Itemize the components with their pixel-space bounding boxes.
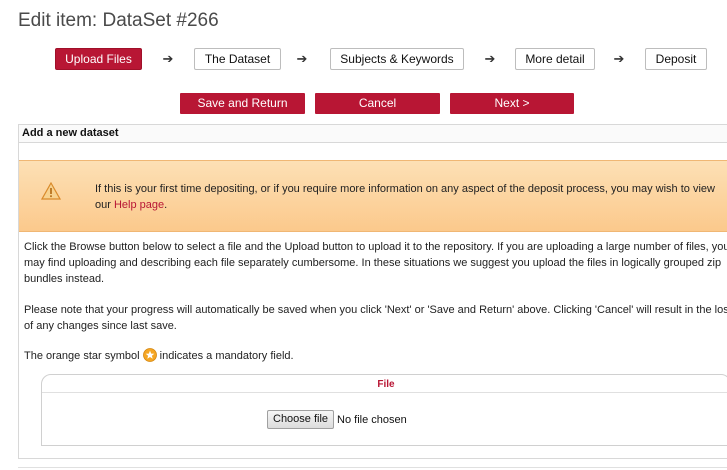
step-arrow-icon: ➔ bbox=[484, 51, 496, 66]
file-input: Choose file No file chosen bbox=[267, 410, 407, 429]
cancel-button[interactable]: Cancel bbox=[315, 93, 440, 114]
panel-header: Add a new dataset bbox=[19, 125, 727, 143]
page-title: Edit item: DataSet #266 bbox=[18, 10, 219, 31]
file-status: No file chosen bbox=[337, 413, 407, 426]
file-field: File Choose file No file chosen bbox=[41, 374, 727, 446]
warning-box: If this is your first time depositing, o… bbox=[19, 160, 727, 232]
upload-instructions: Click the Browse button below to select … bbox=[24, 241, 727, 285]
orange-star-icon bbox=[142, 348, 157, 362]
file-label: File bbox=[377, 379, 395, 390]
mandatory-note: The orange star symbol indicates a manda… bbox=[24, 348, 727, 364]
warning-message: If this is your first time depositing, o… bbox=[95, 181, 727, 213]
step-more-detail[interactable]: More detail bbox=[515, 48, 595, 70]
warning-icon bbox=[41, 182, 61, 200]
step-subjects-keywords[interactable]: Subjects & Keywords bbox=[330, 48, 464, 70]
step-arrow-icon: ➔ bbox=[613, 51, 625, 66]
choose-file-button[interactable]: Choose file bbox=[267, 410, 335, 429]
step-the-dataset[interactable]: The Dataset bbox=[194, 48, 281, 70]
help-page-link[interactable]: Help page bbox=[114, 199, 164, 211]
save-and-return-button[interactable]: Save and Return bbox=[180, 93, 305, 114]
mandatory-note-text: The orange star symbol bbox=[24, 350, 143, 362]
warning-text-end: . bbox=[164, 199, 168, 211]
mandatory-note-text-end: indicates a mandatory field. bbox=[156, 350, 294, 362]
next-button[interactable]: Next > bbox=[450, 93, 574, 114]
workflow-steps: Upload Files ➔ The Dataset ➔ Subjects & … bbox=[0, 48, 727, 72]
step-arrow-icon: ➔ bbox=[296, 51, 308, 66]
step-arrow-icon: ➔ bbox=[162, 51, 174, 66]
file-divider bbox=[42, 392, 727, 393]
step-deposit[interactable]: Deposit bbox=[645, 48, 707, 70]
bottom-divider bbox=[18, 467, 727, 468]
save-notice: Please note that your progress will auto… bbox=[24, 304, 727, 332]
add-dataset-panel: Add a new dataset If this is your first … bbox=[18, 124, 727, 459]
step-upload-files[interactable]: Upload Files bbox=[55, 48, 142, 70]
warning-text: If this is your first time depositing, o… bbox=[95, 183, 715, 211]
action-bar: Save and Return Cancel Next > bbox=[0, 93, 727, 115]
